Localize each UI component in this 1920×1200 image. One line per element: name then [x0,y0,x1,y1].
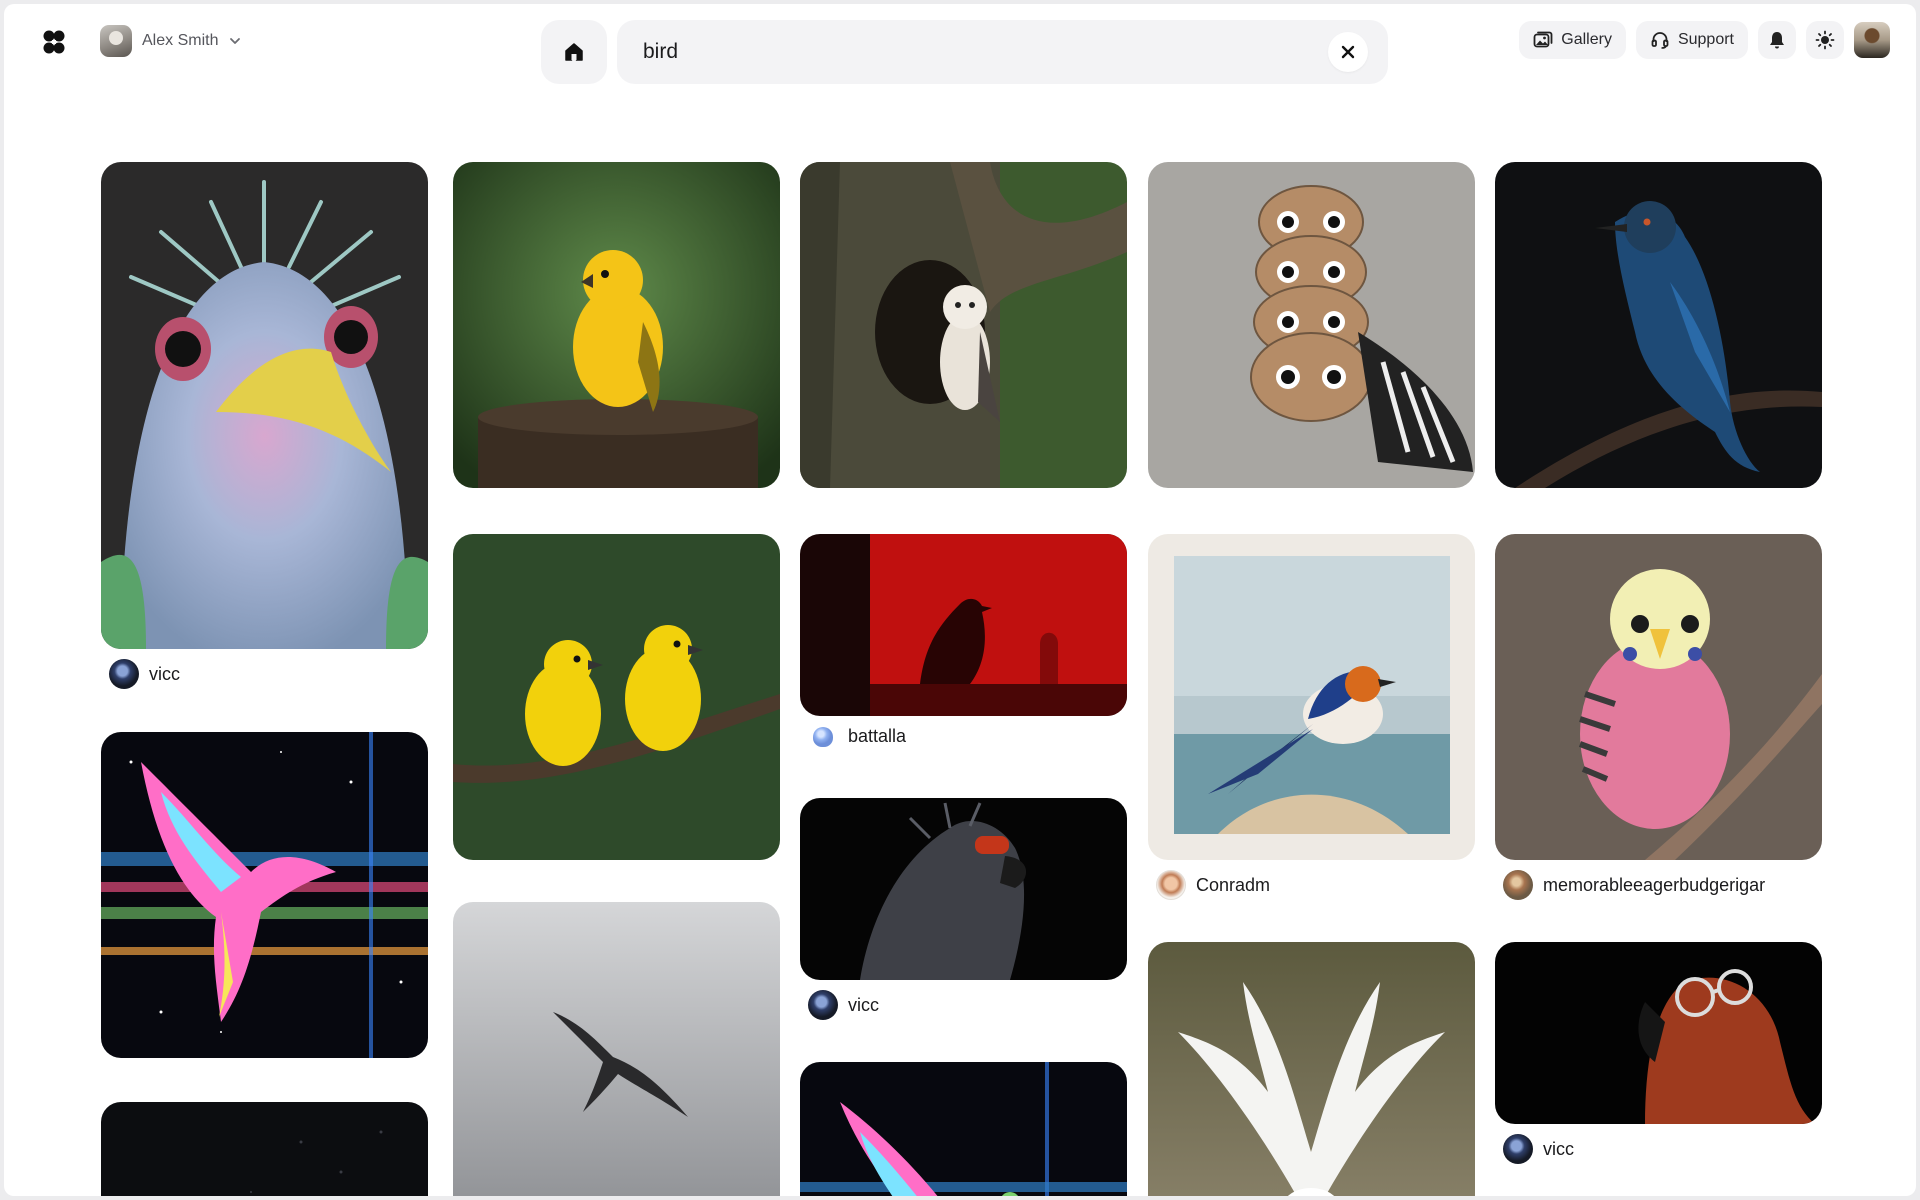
image-card[interactable] [800,1062,1127,1196]
author-link[interactable]: vicc [800,980,1127,1020]
image-thumbnail[interactable] [1148,534,1475,860]
yellow-bird-image [453,162,780,488]
author-avatar [1156,870,1186,900]
author-avatar [109,659,139,689]
flying-bird-image [453,902,780,1196]
image-card[interactable]: memorableeagerbudgerigar [1495,534,1822,900]
swallow-canvas-image [1148,534,1475,860]
image-thumbnail[interactable] [453,162,780,488]
image-card[interactable]: battalla [800,534,1127,747]
image-card[interactable] [453,162,780,488]
author-avatar [813,726,833,747]
author-avatar [1503,870,1533,900]
white-dove-image [1148,942,1475,1196]
author-name: vicc [848,994,879,1015]
parrot-glasses-image [1495,942,1822,1124]
author-name: Conradm [1196,874,1271,895]
image-thumbnail[interactable] [453,902,780,1196]
image-card[interactable] [800,162,1127,488]
owl-tree-image [800,162,1127,488]
image-card[interactable] [453,534,780,860]
image-thumbnail[interactable] [1148,942,1475,1196]
dark-image [101,1102,428,1196]
image-thumbnail[interactable] [1148,162,1475,488]
author-avatar [808,990,838,1020]
red-silhouette-image [800,534,1127,716]
rainbow-bird-image-2 [800,1062,1127,1196]
image-thumbnail[interactable] [101,732,428,1058]
image-thumbnail[interactable] [800,798,1127,980]
author-link[interactable]: memorableeagerbudgerigar [1495,860,1822,900]
pastel-bird-image [101,162,428,649]
stacked-owl-image [1148,162,1475,488]
image-card[interactable] [1148,162,1475,488]
author-name: battalla [848,726,907,746]
image-thumbnail[interactable] [101,162,428,649]
image-card[interactable]: vicc [800,798,1127,1020]
image-grid: vicc battalla vicc Conradm memorableeage… [4,4,1916,1196]
image-card[interactable] [101,732,428,1058]
image-card[interactable]: vicc [101,162,428,689]
two-yellow-birds-image [453,534,780,860]
image-card[interactable] [1148,942,1475,1196]
image-thumbnail[interactable] [1495,534,1822,860]
app-window: Alex Smith Gallery [4,4,1916,1196]
image-thumbnail[interactable] [1495,942,1822,1124]
author-link[interactable]: battalla [800,716,1127,747]
image-thumbnail[interactable] [800,1062,1127,1196]
image-card[interactable] [453,902,780,1196]
image-card[interactable] [101,1102,428,1196]
author-link[interactable]: Conradm [1148,860,1475,900]
author-link[interactable]: vicc [1495,1124,1822,1164]
blue-bird-image [1495,162,1822,488]
image-card[interactable] [1495,162,1822,488]
image-card[interactable]: vicc [1495,942,1822,1164]
author-link[interactable]: vicc [101,649,428,689]
author-name: vicc [149,663,180,684]
author-name: vicc [1543,1138,1574,1159]
image-card[interactable]: Conradm [1148,534,1475,900]
image-thumbnail[interactable] [1495,162,1822,488]
image-thumbnail[interactable] [453,534,780,860]
image-thumbnail[interactable] [101,1102,428,1196]
rainbow-bird-image [101,732,428,1058]
grey-bird-sunglasses-image [800,798,1127,980]
pink-budgie-image [1495,534,1822,860]
image-thumbnail[interactable] [800,162,1127,488]
author-name: memorableeagerbudgerigar [1543,874,1766,895]
image-thumbnail[interactable] [800,534,1127,716]
author-avatar [1503,1134,1533,1164]
